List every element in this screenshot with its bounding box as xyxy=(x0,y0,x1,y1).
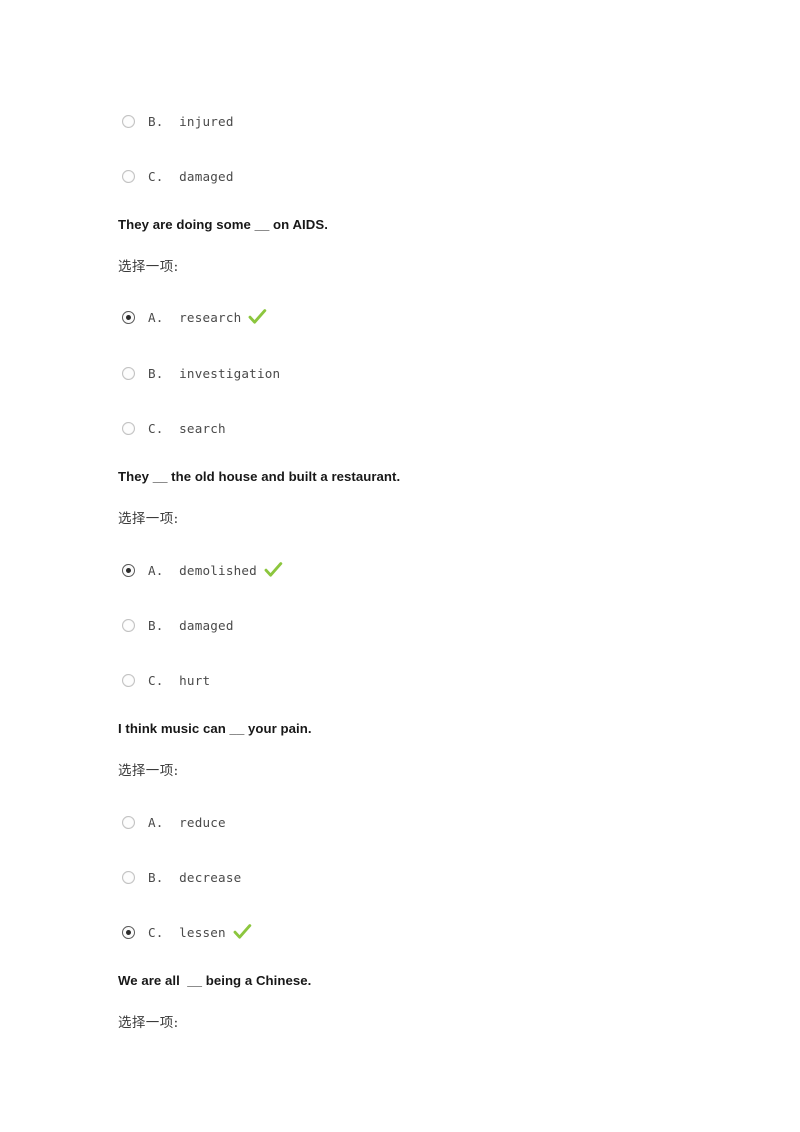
radio-button-unselected[interactable] xyxy=(122,673,135,687)
choose-one-prompt: 选择一项: xyxy=(118,259,179,275)
radio-button-selected[interactable] xyxy=(122,563,135,577)
radio-button-unselected[interactable] xyxy=(122,114,135,128)
option-label: A. demolished xyxy=(148,562,257,578)
option-label: B. investigation xyxy=(148,365,281,381)
option-label: A. research xyxy=(148,309,242,325)
quiz-page: B. injured C. damaged They are doing som… xyxy=(0,0,800,1132)
option-row[interactable]: B. injured xyxy=(118,110,234,132)
option-row[interactable]: B. investigation xyxy=(118,362,280,384)
option-label: B. injured xyxy=(148,113,234,129)
option-label: B. damaged xyxy=(148,617,234,633)
choose-one-prompt: 选择一项: xyxy=(118,1015,179,1031)
radio-button-unselected[interactable] xyxy=(122,815,135,829)
option-row[interactable]: C. hurt xyxy=(118,669,210,691)
question-text: I think music can __ your pain. xyxy=(118,721,312,736)
option-label: B. decrease xyxy=(148,869,242,885)
option-label: C. hurt xyxy=(148,672,211,688)
option-label: C. lessen xyxy=(148,924,226,940)
check-icon xyxy=(264,562,283,578)
radio-button-selected[interactable] xyxy=(122,925,135,939)
question-text: They are doing some __ on AIDS. xyxy=(118,217,328,232)
check-icon xyxy=(248,309,267,325)
option-row[interactable]: A. reduce xyxy=(118,811,226,833)
radio-button-unselected[interactable] xyxy=(122,618,135,632)
question-text: They __ the old house and built a restau… xyxy=(118,469,401,484)
option-row[interactable]: B. decrease xyxy=(118,866,241,888)
choose-one-prompt: 选择一项: xyxy=(118,763,179,779)
check-icon xyxy=(233,924,252,940)
option-row[interactable]: C. search xyxy=(118,417,226,439)
option-row[interactable]: A. research xyxy=(118,306,267,328)
radio-button-unselected[interactable] xyxy=(122,169,135,183)
radio-button-selected[interactable] xyxy=(122,310,135,324)
radio-button-unselected[interactable] xyxy=(122,421,135,435)
option-row[interactable]: B. damaged xyxy=(118,614,234,636)
radio-button-unselected[interactable] xyxy=(122,366,135,380)
option-row[interactable]: A. demolished xyxy=(118,559,283,581)
option-row[interactable]: C. lessen xyxy=(118,921,252,943)
choose-one-prompt: 选择一项: xyxy=(118,511,179,527)
option-row[interactable]: C. damaged xyxy=(118,165,234,187)
question-text: We are all __ being a Chinese. xyxy=(118,973,312,988)
option-label: C. damaged xyxy=(148,168,234,184)
option-label: A. reduce xyxy=(148,814,226,830)
radio-button-unselected[interactable] xyxy=(122,870,135,884)
option-label: C. search xyxy=(148,420,226,436)
